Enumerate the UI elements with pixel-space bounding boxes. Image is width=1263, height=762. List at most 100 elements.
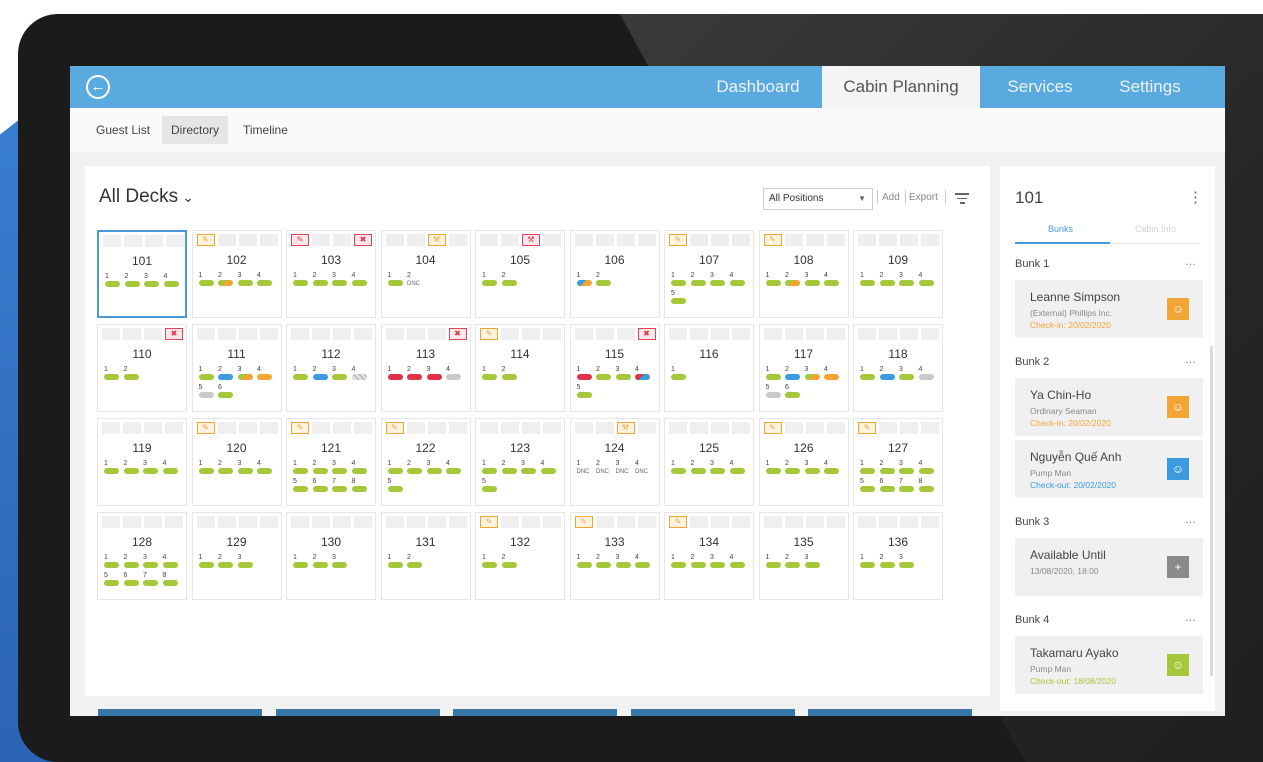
cabin-card-106[interactable]: 106 1 2 <box>569 230 660 318</box>
bunk-indicator[interactable]: 3 <box>426 366 442 382</box>
bunk-indicator[interactable]: 2 <box>690 554 706 570</box>
bunk-indicator[interactable]: 1 <box>765 554 781 570</box>
cabin-card-104[interactable]: ⚒ 104 1 2 DNC <box>380 230 471 318</box>
bunk-indicator[interactable]: 4 <box>918 460 934 476</box>
tab-cabin-planning[interactable]: Cabin Planning <box>822 66 980 108</box>
cabin-card-134[interactable]: ✎ 134 1 2 3 4 <box>664 512 754 600</box>
bunk-indicator[interactable]: 2 <box>501 460 517 476</box>
cabin-card-123[interactable]: 123 1 2 3 4 5 <box>475 418 565 506</box>
bunk-indicator[interactable]: 1 <box>671 460 686 476</box>
cabin-card-103[interactable]: ✎ ✖ 103 1 2 3 4 <box>286 230 376 318</box>
bunk-indicator[interactable]: 1 <box>293 366 308 382</box>
occupant-card[interactable]: Leanne Simpson (External) Phillips Inc. Ch… <box>1015 280 1203 338</box>
cabin-card-129[interactable]: 129 1 2 3 <box>191 512 282 600</box>
bunk-indicator[interactable]: 4 <box>257 272 272 288</box>
cabin-card-108[interactable]: ✎ 108 1 2 3 4 <box>758 230 849 318</box>
bunk-indicator[interactable]: 1 <box>765 272 781 288</box>
subtab-directory[interactable]: Directory <box>162 116 229 144</box>
bunk-indicator[interactable]: 3 <box>332 554 347 570</box>
bunk-indicator[interactable]: 6 <box>312 478 328 494</box>
bunk-indicator[interactable]: 2 <box>407 366 422 382</box>
bunk-indicator[interactable]: 3 <box>143 460 158 476</box>
bunk-indicator[interactable]: 2 <box>785 366 800 382</box>
bunk-indicator[interactable]: 2 <box>879 460 895 476</box>
deck-dropdown[interactable]: All Decks ⌄ <box>99 186 194 208</box>
bunk-indicator[interactable]: 2 <box>312 366 328 382</box>
bunk-indicator[interactable]: 1 <box>482 272 497 288</box>
bunk-indicator[interactable]: 2 <box>123 554 139 570</box>
bunk-indicator[interactable]: 1 <box>104 460 119 476</box>
bunk-indicator[interactable]: 3 <box>710 460 725 476</box>
bunk-indicator[interactable]: 3 <box>237 366 253 382</box>
export-button[interactable]: Export <box>909 192 938 203</box>
cabin-card-107[interactable]: ✎ 107 1 2 3 4 5 <box>664 230 754 318</box>
bunk-indicator[interactable]: 1 <box>671 554 686 570</box>
bunk-indicator[interactable]: 1 <box>198 366 214 382</box>
stat-total-bunks[interactable]: 362Total Bunks <box>98 709 262 716</box>
bunk-indicator[interactable]: 2 <box>785 272 800 288</box>
bunk-indicator[interactable]: 1 <box>387 460 403 476</box>
cabin-card-135[interactable]: 135 1 2 3 <box>758 512 849 600</box>
person-checkin-icon[interactable]: ☺ <box>1167 298 1189 320</box>
bunk-indicator[interactable]: 2 <box>690 272 706 288</box>
bunk-indicator[interactable]: 3 <box>237 554 253 570</box>
bunk-indicator[interactable]: 2 <box>596 366 611 382</box>
bunk-indicator[interactable]: 5 <box>671 290 686 306</box>
bunk-indicator[interactable]: 2 <box>123 460 139 476</box>
bunk-indicator[interactable]: 3 <box>615 554 631 570</box>
bunk-indicator[interactable]: 4 <box>729 460 745 476</box>
filter-icon[interactable] <box>955 193 969 204</box>
bunk-indicator[interactable]: 1 <box>860 366 875 382</box>
bunk-indicator[interactable]: 1 DNC <box>577 460 592 476</box>
bunk-indicator[interactable]: 1 <box>387 272 403 288</box>
bunk-indicator[interactable]: 2 <box>596 554 611 570</box>
bunk-indicator[interactable]: 5 <box>860 478 875 494</box>
bunk-indicator[interactable]: 4 <box>824 460 839 476</box>
bunk-indicator[interactable]: 2 <box>879 366 895 382</box>
bunk-indicator[interactable]: 4 <box>446 366 461 382</box>
bunk-indicator[interactable]: 4 <box>824 272 839 288</box>
bunk-indicator[interactable]: 2 <box>407 460 422 476</box>
bunk-indicator[interactable]: 4 <box>257 366 272 382</box>
bunk-indicator[interactable]: 5 <box>104 572 119 588</box>
bunk-indicator[interactable]: 5 <box>387 478 403 494</box>
bunk-indicator[interactable]: 3 DNC <box>616 460 631 476</box>
bunk-indicator[interactable]: 1 <box>576 366 592 382</box>
bunk-indicator[interactable]: 2 <box>218 366 233 382</box>
bunk-indicator[interactable]: 4 <box>162 460 178 476</box>
bunk-indicator[interactable]: 1 <box>198 272 214 288</box>
more-horizontal-icon[interactable]: … <box>1185 256 1196 268</box>
cabin-card-131[interactable]: 131 1 2 <box>380 512 471 600</box>
occupant-card[interactable]: Nguyễn Quế Anh Pump Man Check-out: 20/02/2… <box>1015 440 1203 498</box>
bunk-indicator[interactable]: 3 <box>710 272 725 288</box>
more-horizontal-icon[interactable]: … <box>1185 354 1196 366</box>
bunk-indicator[interactable]: 2 <box>501 366 517 382</box>
bunk-indicator[interactable]: 2 <box>312 554 328 570</box>
more-vertical-icon[interactable]: ⋮ <box>1188 188 1203 206</box>
cabin-card-117[interactable]: 117 1 2 3 4 5 6 <box>758 324 849 412</box>
occupant-card[interactable]: Available Until 13/08/2020, 18:00 + <box>1015 538 1203 596</box>
bunk-indicator[interactable]: 3 <box>144 273 159 289</box>
occupant-card[interactable]: Takamaru Ayako Pump Man Check-out: 18/08/2… <box>1015 636 1203 694</box>
bunk-indicator[interactable]: 2 <box>124 273 140 289</box>
bunk-indicator[interactable]: 3 <box>804 554 820 570</box>
cabin-card-127[interactable]: ✎ 127 1 2 3 4 5 6 7 8 <box>853 418 943 506</box>
bunk-indicator[interactable]: 3 <box>426 460 442 476</box>
cabin-card-111[interactable]: 111 1 2 3 4 5 6 <box>191 324 282 412</box>
bunk-indicator[interactable]: 4 <box>351 366 367 382</box>
bunk-indicator[interactable]: 5 <box>293 478 308 494</box>
add-button[interactable]: Add <box>882 192 900 203</box>
bunk-indicator[interactable]: 1 <box>104 554 119 570</box>
cabin-card-125[interactable]: 125 1 2 3 4 <box>664 418 754 506</box>
bunk-indicator[interactable]: 6 <box>879 478 895 494</box>
bunk-indicator[interactable]: 4 <box>918 366 934 382</box>
stat-occupied[interactable]: 300Occupied <box>453 709 617 716</box>
bunk-indicator[interactable]: 2 <box>312 460 328 476</box>
bunk-indicator[interactable]: 2 <box>218 272 233 288</box>
bunk-indicator[interactable]: 3 <box>521 460 536 476</box>
cabin-card-136[interactable]: 136 1 2 3 <box>853 512 943 600</box>
scrollbar[interactable] <box>1210 346 1213 676</box>
bunk-indicator[interactable]: 2 <box>879 554 895 570</box>
bunk-indicator[interactable]: 1 <box>671 366 686 382</box>
occupant-card[interactable]: Ya Chin-Ho Ordinary Seaman Check-in: 20/02… <box>1015 378 1203 436</box>
